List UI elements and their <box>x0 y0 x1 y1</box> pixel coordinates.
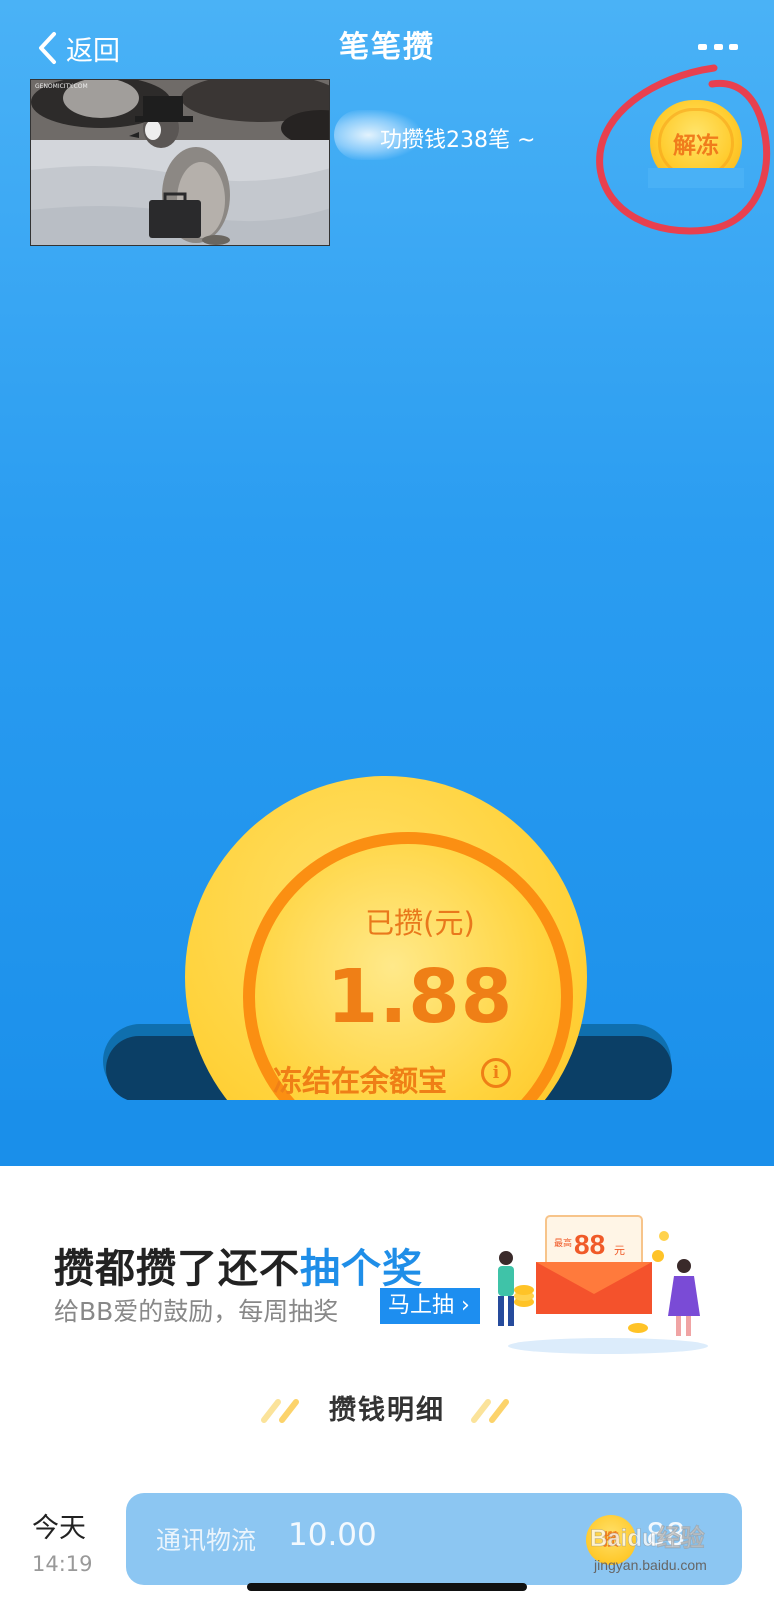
promo-title-highlight: 抽个奖 <box>300 1246 423 1292</box>
lottery-illustration: 最高 88 元 <box>498 1215 708 1354</box>
record-amount: 10.00 <box>288 1517 377 1553</box>
record-day: 今天 <box>32 1513 86 1544</box>
promo-title: 攒都攒了还不抽个奖 <box>54 1236 423 1294</box>
page-title: 笔笔攒 <box>339 30 435 65</box>
promo-subtitle: 给BB爱的鼓励，每周抽奖 <box>54 1297 339 1326</box>
hero-area: 返回 笔笔攒 GENOMICITY.COM 功攒钱238笔 ~ 解冻 已攒(元)… <box>0 0 774 1166</box>
section-title: 攒钱明细 <box>329 1395 445 1426</box>
more-dot-icon <box>713 44 723 50</box>
record-card[interactable]: 通讯物流 10.00 攒 88 <box>126 1493 742 1585</box>
record-category: 通讯物流 <box>156 1526 257 1555</box>
penguin-gif-thumbnail: GENOMICITY.COM <box>30 79 330 246</box>
prize-value: 88 <box>574 1229 605 1260</box>
info-icon[interactable]: i <box>481 1058 511 1088</box>
draw-now-button[interactable]: 马上抽 › <box>380 1288 480 1324</box>
sparkle-decoration-icon <box>261 1399 299 1423</box>
record-saved-value: 88 <box>646 1517 686 1553</box>
savings-caption: 已攒(元) <box>365 906 475 940</box>
unfreeze-label: 解冻 <box>673 133 719 159</box>
more-dot-icon <box>698 44 707 50</box>
savings-count-notice: 功攒钱238笔 ~ <box>380 128 536 153</box>
promo-title-text: 攒都攒了还不 <box>54 1246 300 1292</box>
more-button[interactable] <box>698 36 738 58</box>
coin-icon: 攒 <box>586 1515 636 1565</box>
prize-unit: 元 <box>614 1245 625 1257</box>
home-indicator[interactable] <box>247 1583 527 1591</box>
savings-detail-header: 攒钱明细 <box>0 1388 774 1428</box>
sparkle-decoration-icon <box>471 1399 509 1423</box>
lottery-promo-banner[interactable]: 攒都攒了还不抽个奖 给BB爱的鼓励，每周抽奖 马上抽 › 最高 88 元 <box>0 1166 774 1356</box>
svg-text:GENOMICITY.COM: GENOMICITY.COM <box>35 83 88 90</box>
frozen-note: 冻结在余额宝 <box>273 1064 448 1098</box>
savings-amount: 1.88 <box>326 954 514 1040</box>
prize-tag: 最高 <box>554 1237 572 1248</box>
record-time: 14:19 <box>32 1552 93 1576</box>
penguin-image: GENOMICITY.COM <box>31 80 329 245</box>
more-dot-icon <box>729 44 738 50</box>
unfreeze-button[interactable]: 解冻 <box>648 100 744 188</box>
